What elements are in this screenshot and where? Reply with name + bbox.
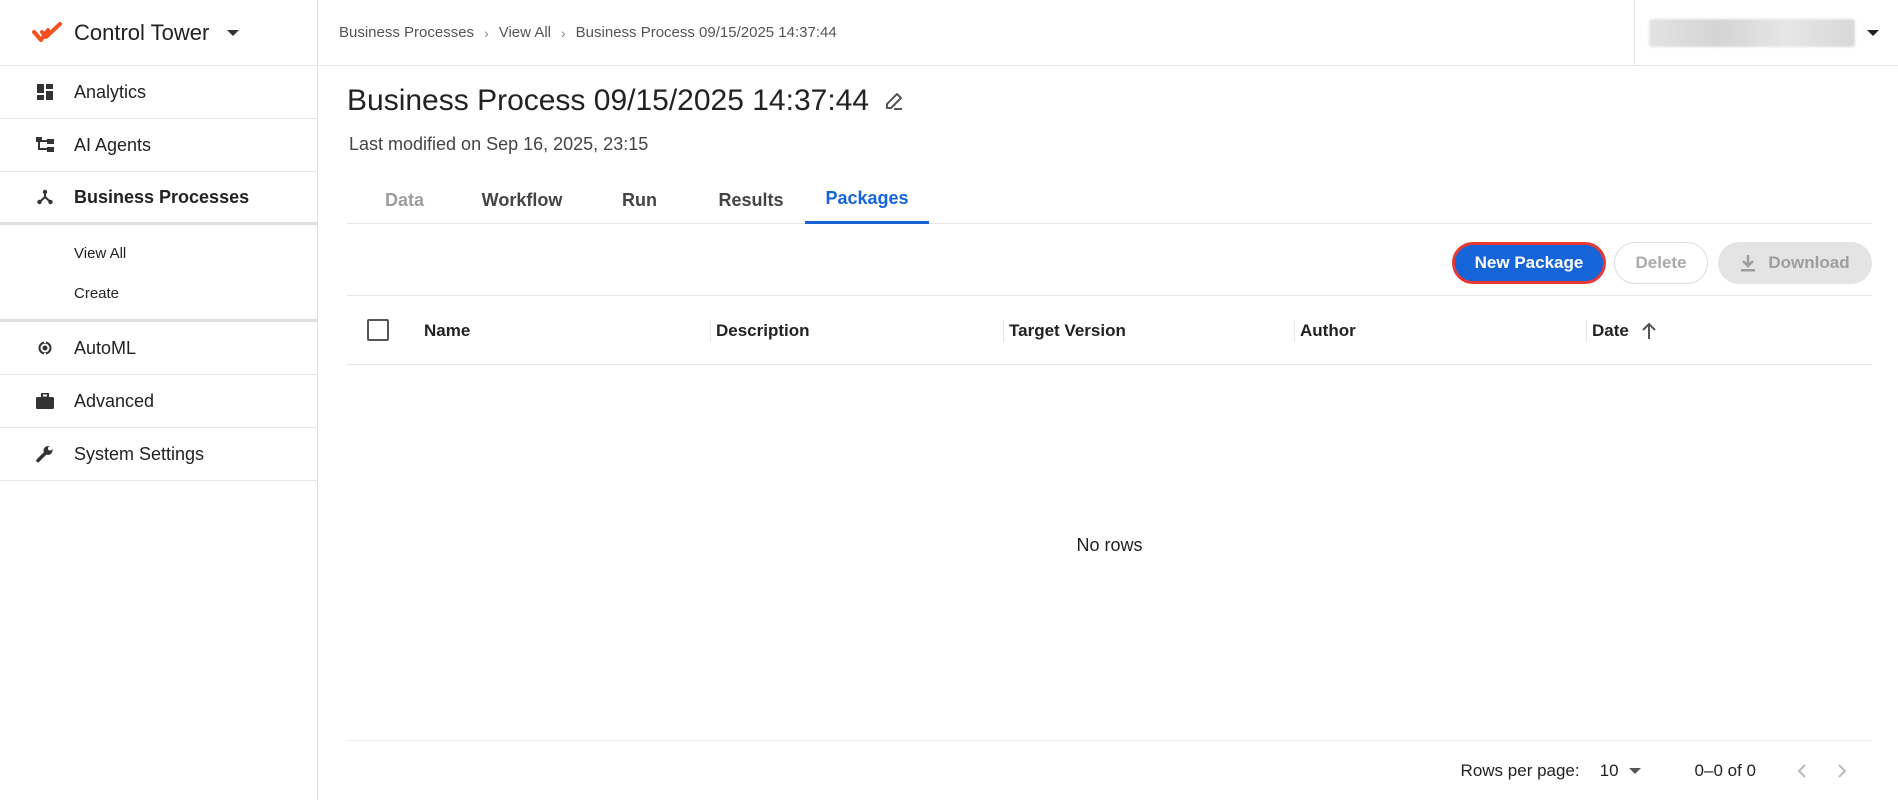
delete-button[interactable]: Delete [1614,242,1708,284]
page-title-row: Business Process 09/15/2025 14:37:44 [347,84,905,118]
action-bar: New Package Delete Download [1452,242,1872,284]
rows-per-page-label: Rows per page: [1460,760,1580,780]
tab-run[interactable]: Run [582,176,697,224]
new-package-button[interactable]: New Package [1452,242,1606,284]
sidebar-item-automl[interactable]: AutoML [0,322,317,375]
table-header: Name Description Target Version Author D… [347,295,1872,365]
last-modified-text: Last modified on Sep 16, 2025, 23:15 [349,134,649,154]
tab-bar: Data Workflow Run Results Packages [347,176,1872,224]
brand-logo-icon [32,21,62,42]
packages-table: Name Description Target Version Author D… [347,295,1872,800]
rows-per-page-value: 10 [1599,760,1619,780]
sidebar-item-analytics[interactable]: Analytics [0,66,317,119]
page-title: Business Process 09/15/2025 14:37:44 [347,84,870,117]
user-menu[interactable] [1634,0,1898,66]
column-header-label: Author [1300,321,1356,340]
chevron-down-icon [1628,767,1641,774]
chevron-right-icon [1838,763,1847,778]
column-header-description[interactable]: Description [710,296,810,366]
empty-state-text: No rows [1076,535,1143,555]
sidebar-subitem-create[interactable]: Create [0,273,317,313]
column-header-date[interactable]: Date [1586,296,1657,366]
sidebar-item-system-settings[interactable]: System Settings [0,428,317,481]
breadcrumb: Business Processes › View All › Business… [319,24,837,41]
sidebar-item-ai-agents[interactable]: AI Agents [0,119,317,172]
dashboard-icon [36,83,54,101]
sidebar-item-label: AI Agents [74,134,152,155]
column-header-label: Date [1592,321,1629,340]
download-button[interactable]: Download [1718,242,1872,284]
sidebar: Control Tower Analytics AI Agents Busine… [0,0,318,800]
next-page-button[interactable] [1832,761,1852,781]
app-title: Control Tower [74,19,210,45]
tab-workflow[interactable]: Workflow [462,176,582,224]
pagination-range: 0–0 of 0 [1694,760,1756,780]
sidebar-item-label: Business Processes [74,186,250,207]
chevron-left-icon [1797,763,1806,778]
sidebar-item-label: System Settings [74,443,205,464]
sidebar-item-advanced[interactable]: Advanced [0,375,317,428]
download-label: Download [1768,253,1850,272]
column-header-author[interactable]: Author [1294,296,1356,366]
download-icon [1741,255,1756,272]
tab-data[interactable]: Data [347,176,462,224]
main-content: Business Process 09/15/2025 14:37:44 Las… [347,66,1872,800]
sidebar-subitem-view-all[interactable]: View All [0,233,317,273]
tab-results[interactable]: Results [697,176,805,224]
chevron-right-icon: › [484,24,489,41]
automl-icon [36,339,54,357]
rows-per-page-select[interactable]: 10 [1600,761,1641,781]
branch-icon [36,188,54,206]
tab-packages[interactable]: Packages [805,176,929,224]
sort-ascending-icon[interactable] [1641,322,1657,340]
previous-page-button[interactable] [1792,761,1812,781]
sidebar-subitems: View All Create [0,225,317,322]
chevron-right-icon: › [561,24,566,41]
column-divider[interactable] [1003,320,1004,342]
pagination: Rows per page: 10 0–0 of 0 [347,740,1872,800]
top-bar: Business Processes › View All › Business… [319,0,1898,66]
edit-pencil-icon[interactable] [883,90,905,112]
sidebar-item-label: Advanced [74,390,155,411]
column-header-name[interactable]: Name [424,296,470,366]
sidebar-item-label: AutoML [74,337,137,358]
column-header-target-version[interactable]: Target Version [1003,296,1126,366]
sidebar-item-label: Analytics [74,81,147,102]
column-divider[interactable] [710,320,711,342]
user-name-redacted [1649,19,1855,47]
breadcrumb-link-view-all[interactable]: View All [499,24,551,41]
hierarchy-icon [36,136,54,154]
wrench-icon [36,445,54,463]
chevron-down-icon[interactable] [1867,30,1879,36]
column-divider[interactable] [1586,320,1587,342]
breadcrumb-current: Business Process 09/15/2025 14:37:44 [575,24,837,41]
column-header-label: Target Version [1009,321,1126,340]
breadcrumb-link-business-processes[interactable]: Business Processes [339,24,474,41]
column-header-label: Name [424,321,471,340]
column-divider[interactable] [1294,320,1295,342]
chevron-down-icon[interactable] [227,29,240,36]
select-all-checkbox[interactable] [367,319,389,341]
app-switcher[interactable]: Control Tower [0,0,317,66]
briefcase-icon [36,392,54,410]
sidebar-item-business-processes[interactable]: Business Processes [0,172,317,225]
column-header-label: Description [716,321,810,340]
